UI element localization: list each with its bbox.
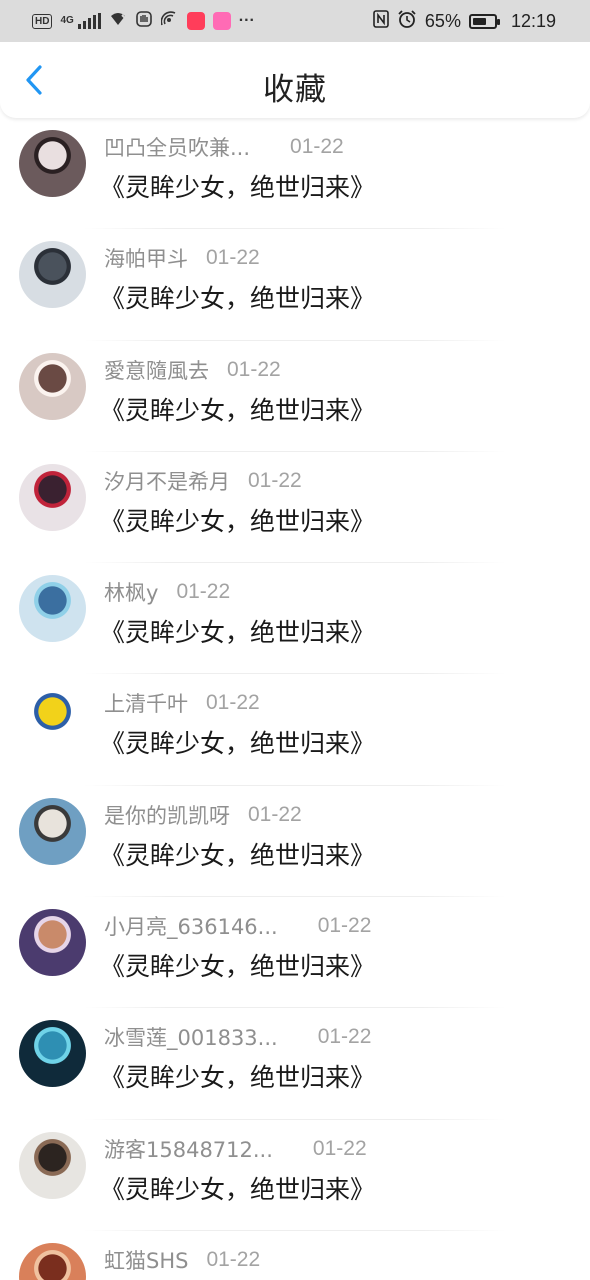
- list-item[interactable]: 汐月不是希月 01-22 《灵眸少女，绝世归来》: [0, 452, 590, 564]
- username[interactable]: 凹凸全员吹兼...: [104, 132, 250, 162]
- item-meta: 汐月不是希月 01-22: [104, 466, 302, 496]
- favorited-title[interactable]: 《灵眸少女，绝世归来》: [100, 947, 375, 983]
- status-right-group: 65% 12:19: [373, 9, 556, 33]
- list-item[interactable]: 小月亮_636146... 01-22 《灵眸少女，绝世归来》: [0, 897, 590, 1009]
- user-avatar[interactable]: [19, 1131, 86, 1199]
- app-icon-red: [186, 12, 205, 30]
- status-bar: HD 4G ··· 65% 12:19: [0, 0, 590, 42]
- favorites-list: 凹凸全员吹兼... 01-22 《灵眸少女，绝世归来》 海帕甲斗 01-22 《灵眸少女，…: [0, 118, 590, 1280]
- item-meta: 凹凸全员吹兼... 01-22: [104, 132, 344, 162]
- list-item[interactable]: 游客15848712... 01-22 《灵眸少女，绝世归来》: [0, 1120, 590, 1231]
- username[interactable]: 愛意隨風去: [104, 355, 209, 385]
- user-avatar[interactable]: [19, 797, 86, 865]
- list-item[interactable]: 海帕甲斗 01-22 《灵眸少女，绝世归来》: [0, 229, 590, 341]
- user-avatar[interactable]: [19, 1020, 86, 1088]
- hotspot-icon: [160, 10, 179, 33]
- user-avatar[interactable]: [19, 909, 86, 977]
- post-date: 01-22: [312, 1136, 367, 1160]
- post-date: 01-22: [206, 1247, 261, 1271]
- favorited-title[interactable]: 《灵眸少女，绝世归来》: [100, 168, 375, 204]
- post-date: 01-22: [206, 691, 260, 715]
- user-avatar[interactable]: [19, 1242, 86, 1280]
- item-meta: 愛意隨風去 01-22: [104, 355, 281, 385]
- username[interactable]: 游客15848712...: [104, 1134, 273, 1164]
- nav-bar: 收藏: [0, 42, 590, 118]
- item-meta: 游客15848712... 01-22: [104, 1134, 367, 1164]
- favorited-title[interactable]: 《灵眸少女，绝世归来》: [100, 1058, 375, 1094]
- post-date: 01-22: [248, 802, 302, 826]
- battery-icon: [468, 13, 500, 29]
- nfc-icon: [373, 9, 389, 33]
- post-date: 01-22: [206, 246, 260, 270]
- favorited-title[interactable]: 《灵眸少女，绝世归来》: [100, 613, 375, 649]
- username[interactable]: 海帕甲斗: [104, 243, 188, 273]
- post-date: 01-22: [290, 135, 344, 158]
- more-notifications-icon: ···: [238, 12, 255, 29]
- list-item[interactable]: 是你的凯凯呀 01-22 《灵眸少女，绝世归来》: [0, 786, 590, 898]
- item-meta: 是你的凯凯呀 01-22: [104, 800, 302, 830]
- list-item[interactable]: 冰雪莲_001833... 01-22 《灵眸少女，绝世归来》: [0, 1008, 590, 1120]
- favorited-title[interactable]: 《灵眸少女，绝世归来》: [100, 279, 375, 315]
- user-avatar[interactable]: [19, 575, 86, 643]
- username[interactable]: 汐月不是希月: [104, 466, 230, 496]
- user-avatar[interactable]: [19, 241, 86, 309]
- item-meta: 海帕甲斗 01-22: [104, 243, 260, 273]
- user-avatar[interactable]: [19, 686, 86, 754]
- battery-percent: 65%: [424, 10, 461, 31]
- list-item[interactable]: 愛意隨風去 01-22 《灵眸少女，绝世归来》: [0, 341, 590, 452]
- item-meta: 小月亮_636146... 01-22: [104, 911, 371, 941]
- username[interactable]: 虹猫SHS: [104, 1245, 188, 1275]
- list-item[interactable]: 林枫y 01-22 《灵眸少女，绝世归来》: [0, 563, 590, 675]
- app-icon-pink: [212, 12, 231, 30]
- username[interactable]: 冰雪莲_001833...: [104, 1022, 278, 1052]
- favorited-title[interactable]: 《灵眸少女，绝世归来》: [100, 391, 375, 427]
- list-item[interactable]: 上清千叶 01-22 《灵眸少女，绝世归来》: [0, 674, 590, 786]
- username[interactable]: 小月亮_636146...: [104, 911, 278, 941]
- battery-level: [472, 17, 486, 25]
- post-date: 01-22: [227, 357, 281, 381]
- favorited-title[interactable]: 《灵眸少女，绝世归来》: [100, 836, 375, 872]
- username[interactable]: 是你的凯凯呀: [104, 800, 230, 830]
- list-item[interactable]: 凹凸全员吹兼... 01-22 《灵眸少女，绝世归来》: [0, 118, 590, 230]
- favorited-title[interactable]: 《灵眸少女，绝世归来》: [100, 502, 375, 538]
- user-avatar[interactable]: [19, 463, 86, 531]
- username[interactable]: 上清千叶: [104, 688, 188, 718]
- hand-icon: [135, 10, 153, 33]
- clock-time: 12:19: [510, 10, 556, 31]
- favorited-title[interactable]: 《灵眸少女，绝世归来》: [100, 724, 375, 760]
- network-type-label: 4G: [60, 15, 74, 26]
- user-avatar[interactable]: [19, 130, 86, 197]
- hd-icon: HD: [32, 13, 53, 29]
- list-item[interactable]: 虹猫SHS 01-22: [0, 1231, 590, 1280]
- status-left-group: HD 4G ···: [32, 10, 255, 32]
- signal-icon: [77, 13, 101, 29]
- wifi-icon: [109, 11, 127, 32]
- username[interactable]: 林枫y: [104, 577, 158, 607]
- item-meta: 冰雪莲_001833... 01-22: [104, 1022, 371, 1052]
- item-meta: 林枫y 01-22: [104, 577, 230, 607]
- alarm-icon: [397, 9, 417, 34]
- post-date: 01-22: [248, 468, 302, 492]
- post-date: 01-22: [317, 1025, 372, 1049]
- post-date: 01-22: [317, 914, 372, 938]
- post-date: 01-22: [176, 580, 231, 604]
- favorited-title[interactable]: 《灵眸少女，绝世归来》: [100, 1170, 375, 1206]
- user-avatar[interactable]: [19, 352, 86, 420]
- item-meta: 虹猫SHS 01-22: [104, 1245, 260, 1275]
- page-title: 收藏: [263, 72, 327, 108]
- item-meta: 上清千叶 01-22: [104, 688, 260, 718]
